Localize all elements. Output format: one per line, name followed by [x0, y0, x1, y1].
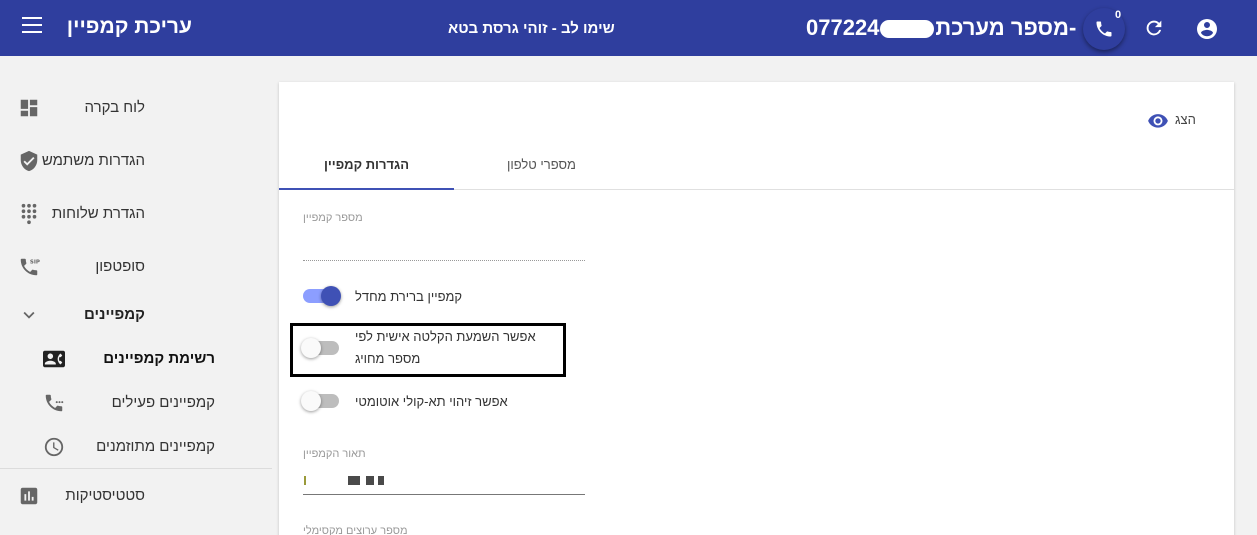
contact-card-icon [43, 350, 65, 368]
auto-voicemail-toggle-row: אפשר זיהוי תא-קולי אוטומטי [301, 389, 553, 415]
sidebar-item-scheduled-campaigns[interactable]: קמפיינים מתוזמנים [0, 427, 272, 467]
sidebar-divider [0, 468, 272, 469]
sidebar-item-dashboard[interactable]: לוח בקרה [0, 88, 272, 128]
sip-phone-icon: SIP [20, 258, 40, 276]
bar-chart-icon [20, 487, 38, 505]
sidebar-item-user-settings[interactable]: הגדרות משתמש [0, 141, 272, 181]
sidebar-item-campaign-list[interactable]: רשימת קמפיינים [0, 339, 272, 379]
default-campaign-label: קמפיין ברירת מחדל [355, 289, 463, 304]
dialpad-icon [21, 203, 37, 225]
auto-voicemail-toggle[interactable] [301, 391, 339, 411]
tab-bar: מספרי טלפון הגדרות קמפיין [279, 140, 1234, 190]
refresh-button[interactable] [1143, 17, 1165, 44]
phone-badge: 0 [1115, 9, 1122, 21]
default-campaign-toggle[interactable] [303, 286, 341, 306]
system-number: 077224 מספר מערכת- [806, 15, 1076, 41]
refresh-icon [1146, 20, 1162, 36]
tab-label: מספרי טלפון [507, 157, 576, 172]
account-button[interactable] [1195, 17, 1219, 46]
sidebar-item-label: סופטפון [95, 258, 145, 275]
campaign-number-label: מספר קמפיין [303, 212, 363, 224]
sidebar-item-statistics[interactable]: סטטיסטיקות [0, 476, 272, 516]
phone-icon [1096, 21, 1112, 37]
shield-check-icon [20, 150, 38, 172]
clock-icon [44, 437, 64, 457]
sidebar-item-label: קמפיינים פעילים [111, 394, 215, 411]
sidebar-item-campaigns[interactable]: קמפיינים [0, 295, 272, 335]
max-channels-label: מספר ערוצים מקסימלי [303, 525, 408, 535]
sidebar-item-extensions[interactable]: הגדרת שלוחות [0, 194, 272, 234]
sidebar: לוח בקרה הגדרות משתמש הגדרת שלוחות SIP ס… [0, 82, 272, 535]
system-number-value: 077224 [806, 15, 880, 40]
redaction-mask [880, 20, 935, 39]
show-label: הצג [1175, 112, 1196, 127]
svg-text:SIP: SIP [30, 259, 40, 265]
show-button[interactable]: הצג [1147, 110, 1199, 130]
default-campaign-toggle-row: קמפיין ברירת מחדל [303, 284, 553, 310]
chevron-down-icon [23, 311, 35, 319]
account-circle-icon [1197, 19, 1217, 39]
system-number-label: מספר מערכת- [935, 15, 1077, 40]
sidebar-item-active-campaigns[interactable]: קמפיינים פעילים [0, 383, 272, 423]
sidebar-item-label: סטטיסטיקות [65, 487, 145, 504]
annotation-highlight-box [290, 323, 566, 377]
sidebar-item-label: הגדרות משתמש [41, 152, 145, 169]
campaign-edit-card: הצג מספרי טלפון הגדרות קמפיין מספר קמפיי… [279, 82, 1234, 535]
sidebar-item-softphone[interactable]: SIP סופטפון [0, 247, 272, 287]
sidebar-item-label: לוח בקרה [84, 99, 145, 116]
phone-in-talk-icon [45, 394, 64, 412]
menu-icon[interactable] [22, 17, 44, 39]
tab-label: הגדרות קמפיין [323, 157, 410, 172]
campaign-number-input[interactable] [303, 239, 585, 261]
description-value-obscured [304, 474, 384, 486]
sidebar-item-label: קמפיינים מתוזמנים [96, 438, 215, 455]
sidebar-item-label: רשימת קמפיינים [103, 350, 215, 367]
tab-campaign-settings[interactable]: הגדרות קמפיין [279, 140, 454, 190]
page-title: עריכת קמפיין [66, 15, 192, 38]
sidebar-item-label: הגדרת שלוחות [51, 205, 145, 222]
app-bar: עריכת קמפיין שימו לב - זוהי גרסת בטא 077… [0, 0, 1257, 56]
dashboard-icon [20, 99, 38, 117]
auto-voicemail-label: אפשר זיהוי תא-קולי אוטומטי [355, 394, 508, 409]
eye-icon [1148, 114, 1168, 128]
sidebar-item-label: קמפיינים [83, 306, 145, 323]
tab-phone-numbers[interactable]: מספרי טלפון [454, 140, 629, 189]
account-name: שימו לב - זוהי גרסת בטא [448, 20, 615, 37]
description-label: תאור הקמפיין [303, 448, 366, 460]
